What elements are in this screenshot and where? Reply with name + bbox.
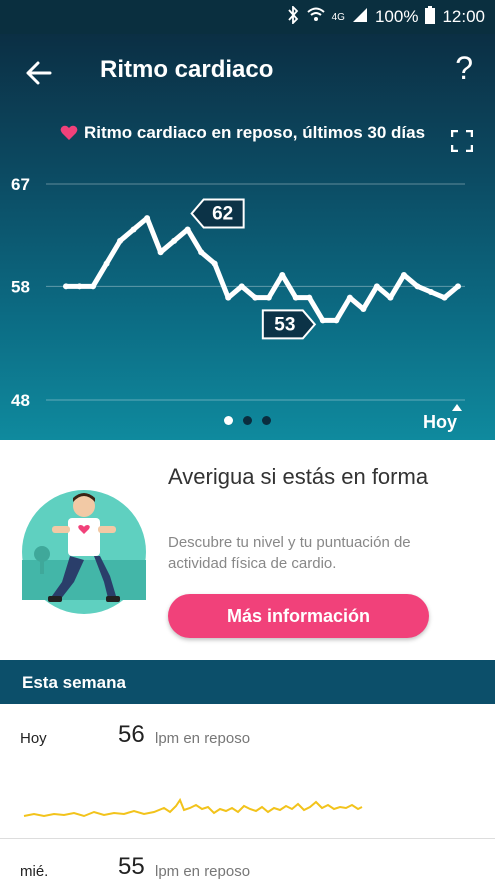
clock: 12:00 xyxy=(442,7,485,26)
data-point xyxy=(157,249,164,256)
data-point xyxy=(171,237,178,244)
day-row-wednesday[interactable]: mié. 55 lpm en reposo xyxy=(0,839,495,880)
data-point xyxy=(292,294,299,301)
data-point xyxy=(198,249,205,256)
callout-label: 62 xyxy=(212,203,233,224)
data-point xyxy=(373,283,380,290)
y-tick-label: 67 xyxy=(11,175,30,194)
y-tick-label: 48 xyxy=(11,391,30,410)
pager-dot[interactable] xyxy=(224,416,233,425)
wifi-icon xyxy=(306,7,325,28)
network-type: 4G xyxy=(331,11,345,23)
day-row-today[interactable]: Hoy 56 lpm en reposo xyxy=(0,704,495,838)
pager-dot[interactable] xyxy=(243,416,252,425)
heart-rate-chart: 67 58 48 62 53 xyxy=(11,175,465,410)
battery-percent: 100% xyxy=(374,7,419,26)
data-point xyxy=(346,294,353,301)
runner-illustration-icon xyxy=(22,490,146,614)
data-point xyxy=(117,237,124,244)
data-point xyxy=(265,294,272,301)
data-point xyxy=(63,283,69,290)
data-point xyxy=(333,317,340,324)
data-point xyxy=(400,271,407,278)
data-point xyxy=(306,294,313,301)
status-bar: 4G 100% 12:00 xyxy=(0,0,495,34)
data-point xyxy=(225,294,232,301)
today-label: Hoy xyxy=(422,412,457,432)
day-unit: lpm en reposo xyxy=(155,730,251,747)
pager-dot[interactable] xyxy=(262,416,271,425)
week-header-label: Esta semana xyxy=(22,673,126,692)
data-point xyxy=(427,289,434,295)
y-tick-label: 58 xyxy=(11,277,30,296)
bluetooth-icon xyxy=(286,4,300,29)
data-point xyxy=(130,226,137,233)
data-point xyxy=(76,283,83,290)
data-point xyxy=(441,294,448,301)
data-point xyxy=(387,294,394,301)
data-point xyxy=(144,215,151,222)
value-callout: 62 xyxy=(190,198,245,229)
data-point xyxy=(90,283,97,290)
data-point xyxy=(279,271,286,278)
data-point xyxy=(184,226,191,233)
today-marker-icon xyxy=(452,404,462,411)
value-callout: 53 xyxy=(261,309,317,340)
day-label: mié. xyxy=(20,863,49,880)
battery-icon xyxy=(425,5,436,29)
day-value: 55 xyxy=(118,853,145,880)
data-point xyxy=(211,260,218,267)
pager-dots xyxy=(0,416,495,425)
data-point xyxy=(238,283,245,290)
day-value: 56 xyxy=(118,721,145,748)
week-section-header: Esta semana xyxy=(0,660,495,704)
more-info-button[interactable]: Más información xyxy=(168,594,429,638)
day-label: Hoy xyxy=(20,730,47,747)
data-point xyxy=(455,283,461,290)
daily-heart-rate-sparkline xyxy=(23,797,363,818)
callout-label: 53 xyxy=(274,314,295,335)
cardio-fitness-promo: Averigua si estás en forma Descubre tu n… xyxy=(0,440,495,660)
heart-rate-line xyxy=(63,215,461,323)
promo-description: Descubre tu nivel y tu puntuación de act… xyxy=(168,534,411,572)
heart-rate-header: Ritmo cardiaco ? Ritmo cardiaco en repos… xyxy=(0,34,495,440)
data-point xyxy=(360,306,367,313)
data-point xyxy=(414,283,421,290)
day-unit: lpm en reposo xyxy=(155,863,251,880)
data-point xyxy=(103,260,110,267)
data-point xyxy=(319,317,326,324)
data-point xyxy=(252,294,259,301)
signal-icon xyxy=(352,7,368,28)
promo-title: Averigua si estás en forma xyxy=(168,464,429,489)
